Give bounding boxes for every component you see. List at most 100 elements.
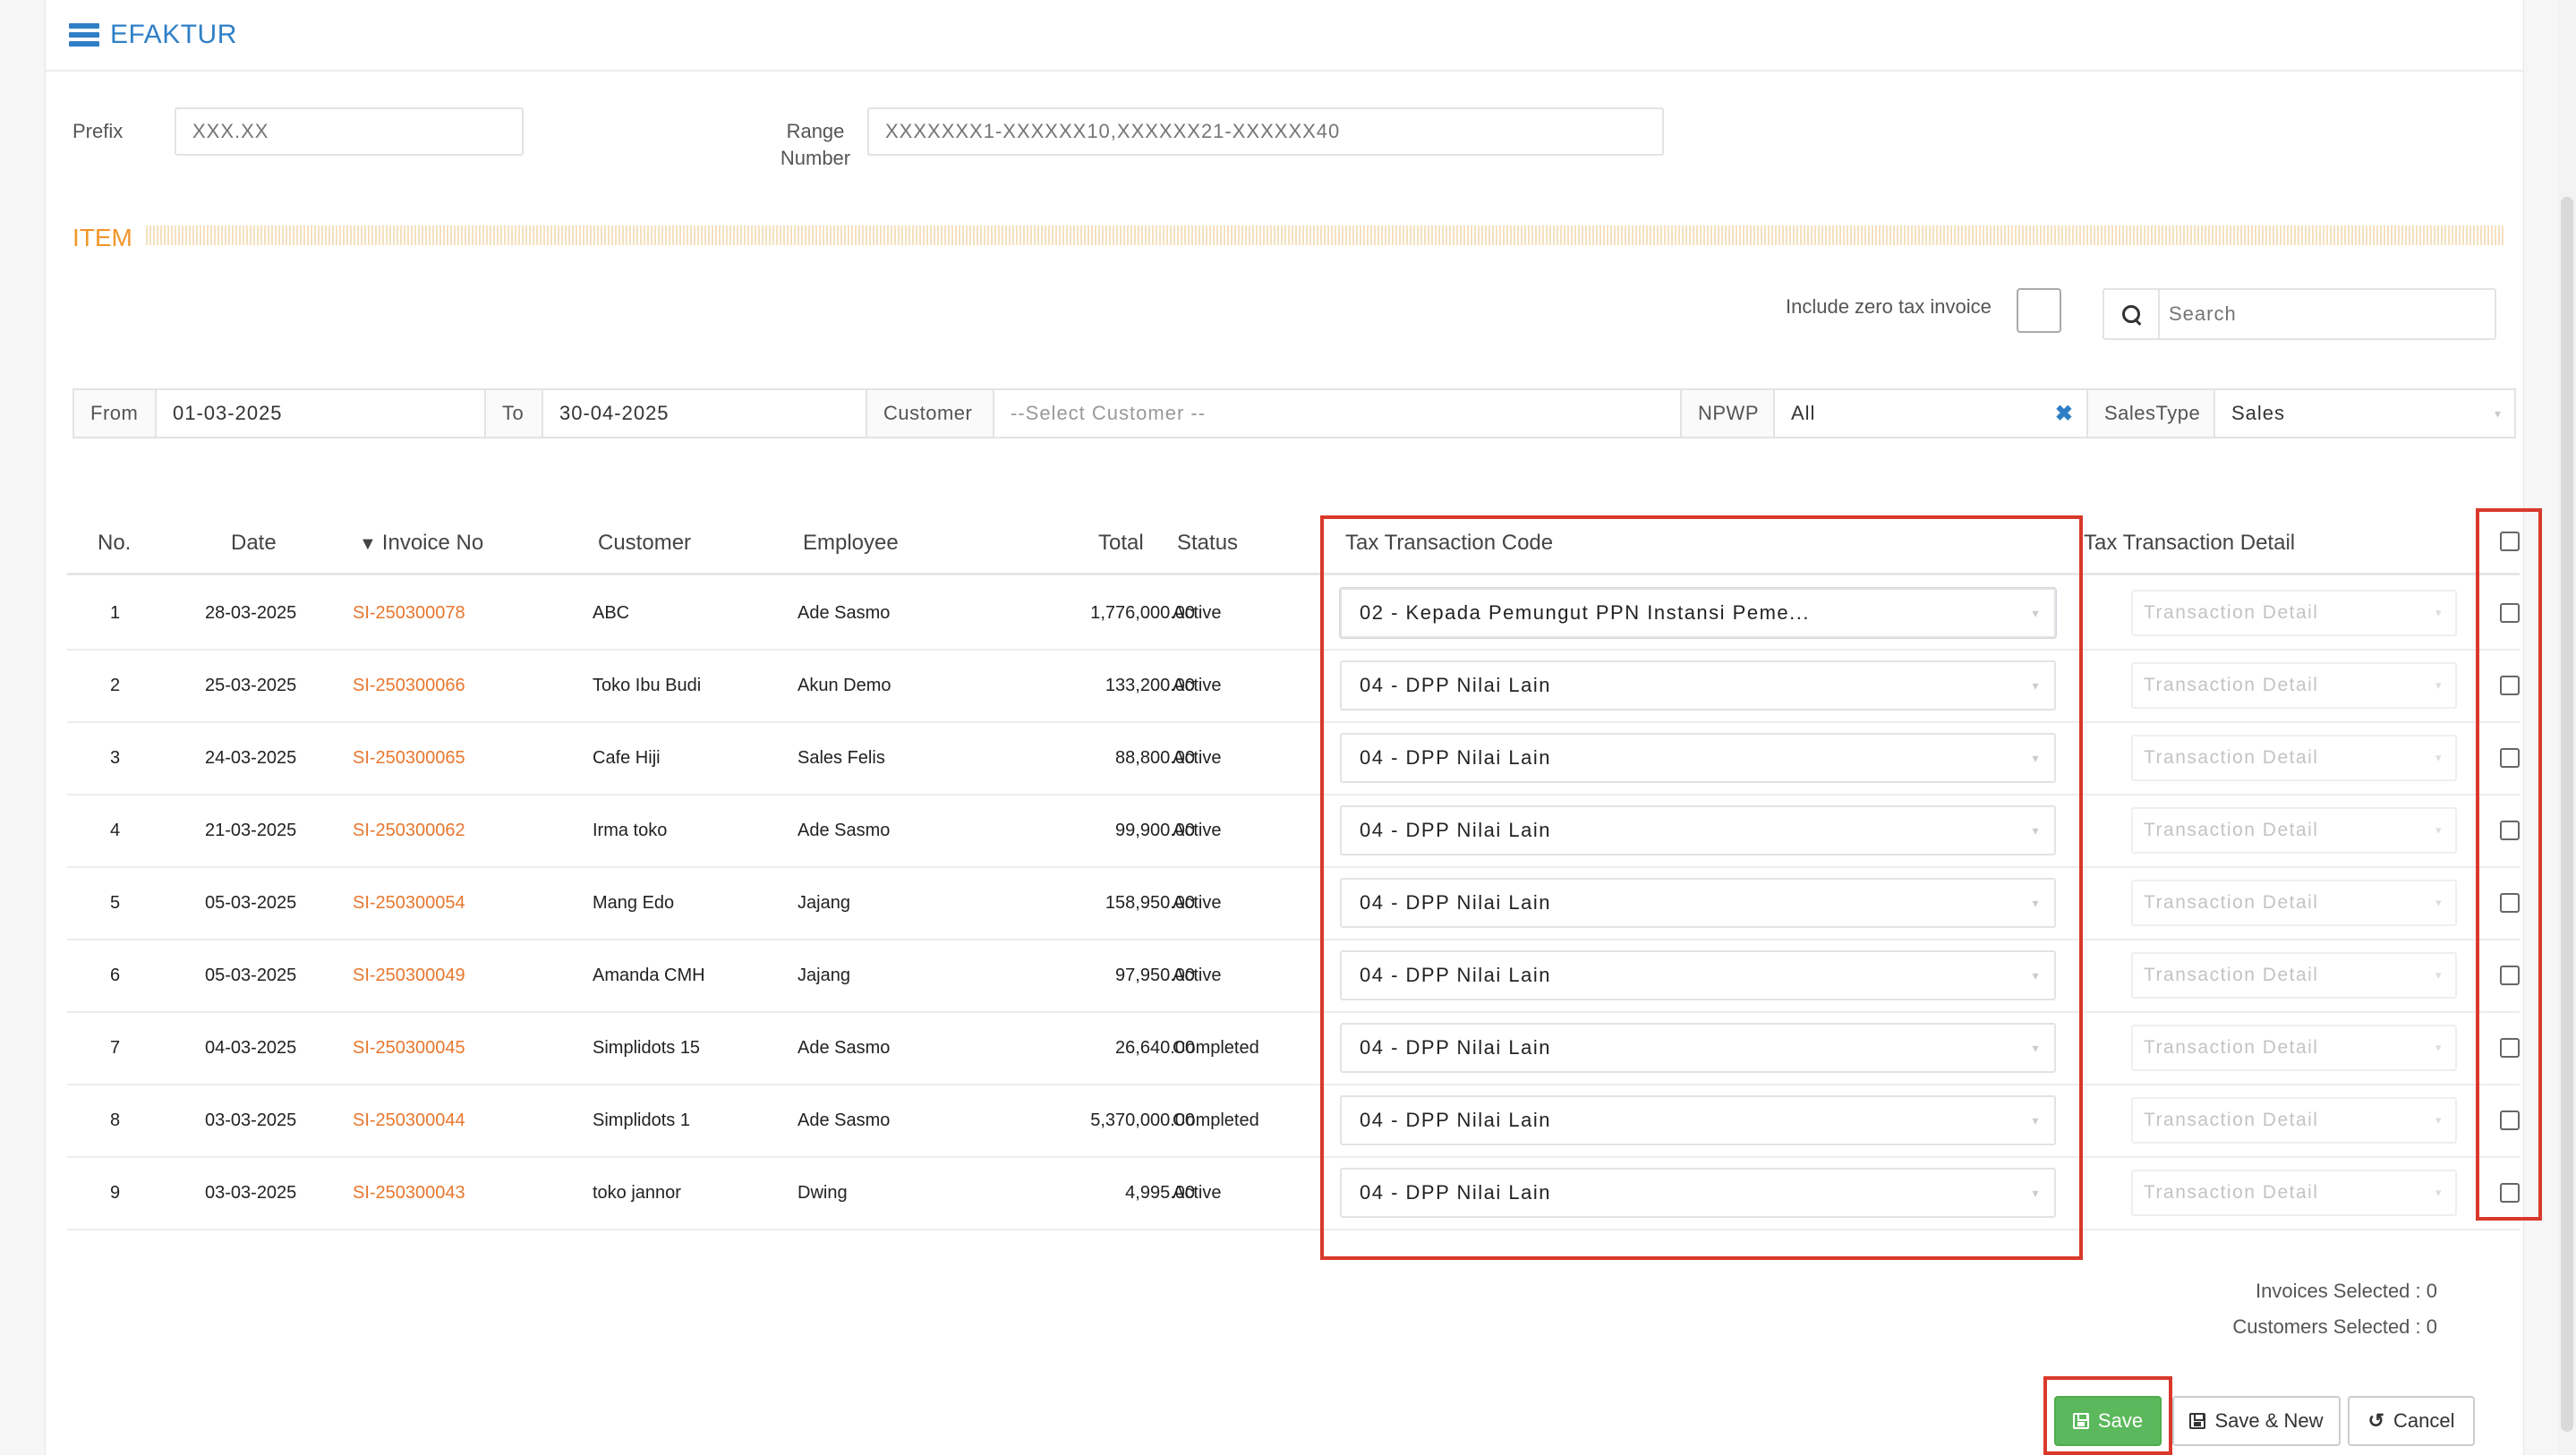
checkbox-column-highlight xyxy=(2476,508,2542,1221)
to-label: To xyxy=(486,390,543,437)
header-invoice-no[interactable]: ▼ Invoice No xyxy=(359,519,483,567)
invoice-link[interactable]: SI-250300044 xyxy=(353,1107,465,1134)
tax-detail-select[interactable]: Transaction Detail ▾ xyxy=(2131,807,2457,854)
cell-customer: ABC xyxy=(593,603,630,623)
row-divider xyxy=(67,1011,2520,1013)
cell-customer: Simplidots 15 xyxy=(593,1038,701,1058)
cell-employee: Dwing xyxy=(798,1183,848,1203)
cell-employee: Ade Sasmo xyxy=(798,603,891,623)
search-input[interactable] xyxy=(2160,302,2491,326)
cell-total: 4,995.00 xyxy=(1125,1183,1195,1203)
range-number-input[interactable] xyxy=(867,107,1664,156)
save-button[interactable]: Save xyxy=(2054,1396,2162,1446)
cell-no: 1 xyxy=(110,603,121,623)
sort-desc-icon: ▼ xyxy=(359,534,377,554)
cell-date: 05-03-2025 xyxy=(205,893,297,913)
cell-employee: Ade Sasmo xyxy=(798,1110,891,1130)
invoice-link[interactable]: SI-250300078 xyxy=(353,600,465,626)
row-divider xyxy=(67,939,2520,940)
scrollbar-thumb[interactable] xyxy=(2561,197,2573,1432)
cell-status: Active xyxy=(1173,1183,1222,1203)
header-date: Date xyxy=(231,531,277,555)
tax-detail-placeholder: Transaction Detail xyxy=(2144,1110,2319,1130)
cell-date: 24-03-2025 xyxy=(205,748,297,768)
invoice-link[interactable]: SI-250300045 xyxy=(353,1034,465,1061)
cell-customer: Simplidots 1 xyxy=(593,1110,690,1130)
cell-date: 03-03-2025 xyxy=(205,1110,297,1130)
npwp-label: NPWP xyxy=(1682,390,1775,437)
invoice-link[interactable]: SI-250300065 xyxy=(353,745,465,771)
tax-detail-select[interactable]: Transaction Detail ▾ xyxy=(2131,1170,2457,1216)
tax-detail-select[interactable]: Transaction Detail ▾ xyxy=(2131,1025,2457,1071)
cell-date: 28-03-2025 xyxy=(205,603,297,623)
npwp-select[interactable]: All ✖ xyxy=(1775,390,2088,437)
tax-detail-select[interactable]: Transaction Detail ▾ xyxy=(2131,662,2457,709)
prefix-label: Prefix xyxy=(73,120,124,142)
customer-select[interactable]: --Select Customer -- xyxy=(994,390,1682,437)
prefix-input[interactable] xyxy=(175,107,524,156)
invoice-link[interactable]: SI-250300049 xyxy=(353,962,465,989)
section-title-item: ITEM xyxy=(73,224,132,251)
tax-detail-placeholder: Transaction Detail xyxy=(2144,965,2319,985)
clear-icon[interactable]: ✖ xyxy=(2055,401,2074,427)
filter-bar: From 01-03-2025 To 30-04-2025 Customer -… xyxy=(73,388,2516,438)
zero-tax-label: Include zero tax invoice xyxy=(1786,295,1992,318)
header-tax-detail: Tax Transaction Detail xyxy=(2084,531,2296,555)
cell-customer: toko jannor xyxy=(593,1183,681,1203)
cell-no: 8 xyxy=(110,1110,121,1130)
cancel-label: Cancel xyxy=(2393,1409,2455,1432)
cell-no: 7 xyxy=(110,1038,121,1058)
cancel-button[interactable]: ↺ Cancel xyxy=(2348,1396,2475,1446)
zero-tax-checkbox[interactable] xyxy=(2017,288,2061,333)
tax-detail-select[interactable]: Transaction Detail ▾ xyxy=(2131,1097,2457,1144)
cell-status: Active xyxy=(1173,821,1222,840)
tax-detail-select[interactable]: Transaction Detail ▾ xyxy=(2131,590,2457,636)
header-invoice-label: Invoice No xyxy=(381,531,484,555)
tax-detail-placeholder: Transaction Detail xyxy=(2144,1037,2319,1058)
row-divider xyxy=(67,1229,2520,1230)
from-date-input[interactable]: 01-03-2025 xyxy=(157,390,486,437)
customer-filter-label: Customer xyxy=(867,390,994,437)
cell-status: Active xyxy=(1173,748,1222,768)
tax-detail-select[interactable]: Transaction Detail ▾ xyxy=(2131,735,2457,781)
cell-date: 03-03-2025 xyxy=(205,1183,297,1203)
customers-selected-count: Customers Selected : 0 xyxy=(2232,1315,2437,1338)
cell-total: 97,950.00 xyxy=(1115,966,1195,985)
save-new-button[interactable]: Save & New xyxy=(2172,1396,2341,1446)
tax-code-highlight xyxy=(1320,515,2083,1260)
table-header-rule xyxy=(67,573,2520,575)
invoice-link[interactable]: SI-250300066 xyxy=(353,672,465,699)
from-label: From xyxy=(74,390,157,437)
salestype-select[interactable]: Sales ▾ xyxy=(2215,390,2514,437)
undo-icon: ↺ xyxy=(2367,1409,2384,1432)
salestype-select-value: Sales xyxy=(2231,402,2286,424)
cell-customer: Irma toko xyxy=(593,821,668,840)
page-title: EFAKTUR xyxy=(110,20,237,49)
invoice-link[interactable]: SI-250300043 xyxy=(353,1179,465,1206)
invoice-link[interactable]: SI-250300054 xyxy=(353,889,465,916)
page-header: EFAKTUR xyxy=(46,0,2523,72)
cell-date: 25-03-2025 xyxy=(205,676,297,695)
invoice-link[interactable]: SI-250300062 xyxy=(353,817,465,844)
cell-customer: Toko Ibu Budi xyxy=(593,676,702,695)
tax-detail-placeholder: Transaction Detail xyxy=(2144,1182,2319,1203)
cell-employee: Jajang xyxy=(798,966,850,985)
page-scrollbar[interactable] xyxy=(2558,0,2576,1455)
chevron-down-icon: ▾ xyxy=(2435,606,2443,619)
search-icon xyxy=(2120,303,2142,325)
cell-no: 3 xyxy=(110,748,121,768)
cell-customer: Amanda CMH xyxy=(593,966,705,985)
save-new-label: Save & New xyxy=(2214,1409,2324,1432)
chevron-down-icon: ▾ xyxy=(2435,1113,2443,1127)
cell-total: 5,370,000.00 xyxy=(1090,1110,1195,1130)
cell-no: 9 xyxy=(110,1183,121,1203)
chevron-down-icon: ▾ xyxy=(2435,1041,2443,1054)
invoices-selected-count: Invoices Selected : 0 xyxy=(2255,1280,2437,1302)
header-no: No. xyxy=(98,531,132,555)
chevron-down-icon: ▾ xyxy=(2435,823,2443,837)
tax-detail-select[interactable]: Transaction Detail ▾ xyxy=(2131,952,2457,999)
tax-detail-select[interactable]: Transaction Detail ▾ xyxy=(2131,880,2457,926)
cell-status: Completed xyxy=(1173,1110,1259,1130)
to-date-input[interactable]: 30-04-2025 xyxy=(543,390,867,437)
save-label: Save xyxy=(2097,1409,2144,1432)
